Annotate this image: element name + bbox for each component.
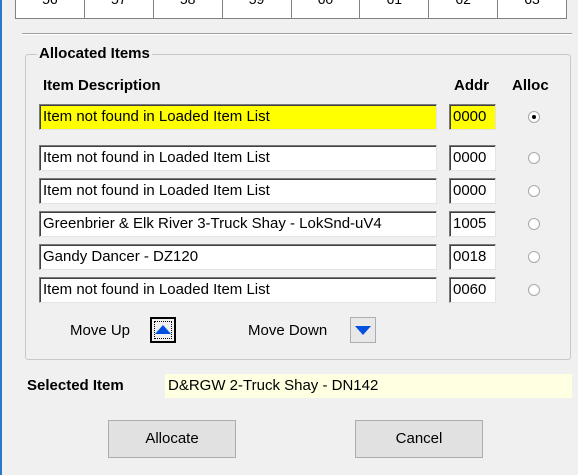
cancel-button[interactable]: Cancel [355, 420, 483, 458]
grid-cell[interactable]: 61 [360, 0, 430, 18]
alloc-radio[interactable] [528, 152, 540, 164]
item-description-field[interactable]: Item not found in Loaded Item List [39, 104, 437, 130]
alloc-radio[interactable] [528, 218, 540, 230]
alloc-radio[interactable] [528, 185, 540, 197]
move-up-button[interactable] [150, 317, 176, 343]
move-down-button[interactable] [350, 317, 376, 343]
alloc-radio[interactable] [528, 251, 540, 263]
item-description-field[interactable]: Item not found in Loaded Item List [39, 145, 437, 171]
item-addr-field[interactable]: 0000 [449, 145, 496, 171]
grid-cell[interactable]: 59 [223, 0, 292, 18]
address-grid: 56 57 58 59 60 61 62 63 [15, 0, 567, 19]
item-addr-field[interactable]: 0018 [449, 244, 496, 270]
alloc-radio[interactable] [528, 111, 540, 123]
item-addr-field[interactable]: 1005 [449, 211, 496, 237]
grid-cell[interactable]: 58 [154, 0, 223, 18]
triangle-up-icon [155, 325, 171, 334]
item-addr-field[interactable]: 0060 [449, 277, 496, 303]
alloc-header: Alloc [512, 77, 549, 94]
item-description-field[interactable]: Gandy Dancer - DZ120 [39, 244, 437, 270]
addr-header: Addr [454, 77, 489, 94]
allocated-items-group [25, 54, 571, 360]
selected-item-value: D&RGW 2-Truck Shay - DN142 [165, 374, 572, 398]
item-description-field[interactable]: Greenbrier & Elk River 3-Truck Shay - Lo… [39, 211, 437, 237]
item-description-field[interactable]: Item not found in Loaded Item List [39, 178, 437, 204]
allocate-dialog: 56 57 58 59 60 61 62 63 Allocated Items … [0, 0, 578, 475]
grid-cell[interactable]: 62 [429, 0, 499, 18]
triangle-down-icon [355, 326, 371, 335]
divider [22, 33, 572, 35]
item-description-header: Item Description [43, 77, 161, 94]
grid-cell[interactable]: 60 [292, 0, 361, 18]
alloc-radio[interactable] [528, 284, 540, 296]
allocate-button[interactable]: Allocate [108, 420, 236, 458]
item-description-field[interactable]: Item not found in Loaded Item List [39, 277, 437, 303]
move-down-label: Move Down [248, 322, 328, 339]
selected-item-label: Selected Item [27, 377, 124, 394]
grid-cell[interactable]: 56 [16, 0, 85, 18]
move-up-label: Move Up [70, 322, 131, 339]
group-title: Allocated Items [37, 45, 152, 62]
grid-cell[interactable]: 63 [498, 0, 566, 18]
grid-cell[interactable]: 57 [85, 0, 154, 18]
item-addr-field[interactable]: 0000 [449, 104, 496, 130]
item-addr-field[interactable]: 0000 [449, 178, 496, 204]
